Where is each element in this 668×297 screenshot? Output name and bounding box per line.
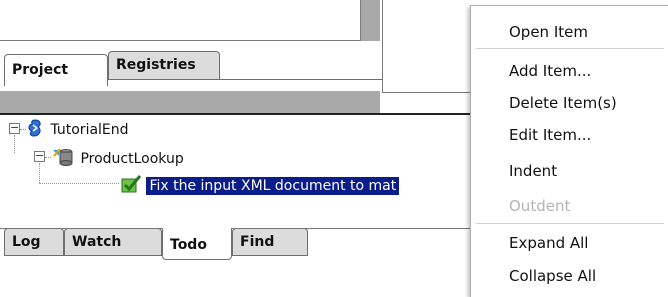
menu-item-expand-all[interactable]: Expand All xyxy=(509,234,588,252)
tree-node-leaf[interactable]: Fix the input XML document to mat xyxy=(120,174,400,198)
tab-log[interactable]: Log xyxy=(4,228,64,256)
context-menu: Open Item Add Item... Delete Item(s) Edi… xyxy=(470,5,668,297)
upper-editor-area xyxy=(0,0,361,41)
tab-registries-label: Registries xyxy=(116,57,196,73)
tree-node-root[interactable]: TutorialEnd xyxy=(26,119,129,141)
menu-separator xyxy=(476,223,664,224)
todo-tree: − TutorialEnd − ProductLookup Fix the in… xyxy=(0,113,478,205)
menu-separator xyxy=(476,48,664,49)
tree-connector xyxy=(14,135,15,153)
tab-strip-baseline xyxy=(220,79,382,80)
upper-right-area xyxy=(382,0,473,93)
panel-gap xyxy=(0,91,380,113)
database-icon xyxy=(52,147,74,171)
tree-connector xyxy=(39,163,40,183)
bottom-tab-strip: Log Watch Todo Find xyxy=(0,206,478,296)
menu-item-delete-items[interactable]: Delete Item(s) xyxy=(509,94,617,112)
collapse-root-icon[interactable]: − xyxy=(9,122,20,134)
bottom-tab-baseline-left xyxy=(0,228,162,229)
bottom-tab-baseline-right xyxy=(232,228,478,229)
tree-root-label: TutorialEnd xyxy=(50,122,129,138)
collapse-child-icon[interactable]: − xyxy=(34,150,45,162)
todo-check-icon xyxy=(120,174,142,198)
tree-connector xyxy=(45,157,51,158)
tab-find[interactable]: Find xyxy=(232,228,308,256)
tree-node-child[interactable]: ProductLookup xyxy=(52,147,184,171)
tab-log-label: Log xyxy=(12,234,41,250)
tab-watch[interactable]: Watch xyxy=(64,228,162,256)
project-icon xyxy=(26,119,44,141)
menu-item-outdent: Outdent xyxy=(509,197,571,215)
tree-connector xyxy=(39,183,119,184)
tab-todo-label: Todo xyxy=(170,237,207,253)
menu-item-indent[interactable]: Indent xyxy=(509,162,557,180)
menu-item-open-item[interactable]: Open Item xyxy=(509,23,588,41)
tab-find-label: Find xyxy=(240,234,275,250)
tab-project-label: Project xyxy=(12,62,69,78)
tree-leaf-label: Fix the input XML document to mat xyxy=(146,177,400,195)
tab-todo[interactable]: Todo xyxy=(162,228,232,260)
menu-item-collapse-all[interactable]: Collapse All xyxy=(509,267,596,285)
menu-item-add-item[interactable]: Add Item... xyxy=(509,62,591,80)
tab-watch-label: Watch xyxy=(72,234,122,250)
tab-registries[interactable]: Registries xyxy=(108,51,220,80)
menu-item-edit-item[interactable]: Edit Item... xyxy=(509,126,591,144)
project-tab-strip: Project Registries xyxy=(0,41,382,91)
tab-project[interactable]: Project xyxy=(4,54,108,86)
tree-child-label: ProductLookup xyxy=(80,151,184,167)
